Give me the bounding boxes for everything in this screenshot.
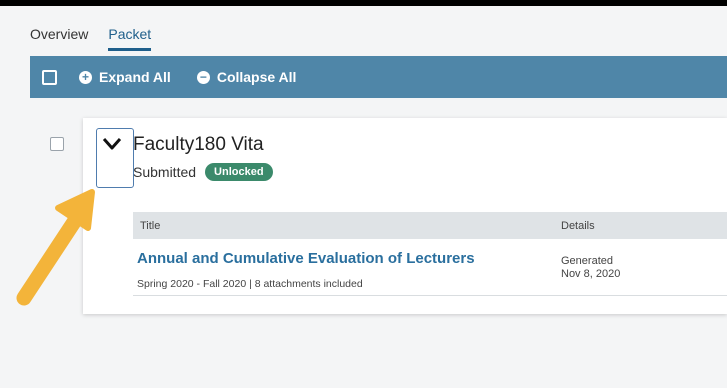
details-date: Nov 8, 2020 — [561, 268, 621, 280]
tab-overview[interactable]: Overview — [30, 26, 88, 51]
plus-circle-icon: + — [79, 70, 92, 84]
details-generated-label: Generated — [561, 255, 613, 267]
status-text: Submitted — [133, 164, 197, 180]
status-badge: Unlocked — [205, 163, 273, 181]
action-bar: + Expand All − Collapse All — [30, 56, 727, 98]
table-header: Title Details — [133, 212, 727, 239]
annotation-arrow-icon — [16, 189, 95, 306]
collapse-all-label: Collapse All — [216, 69, 297, 85]
expand-all-label: Expand All — [99, 69, 171, 85]
minus-circle-icon: − — [196, 70, 210, 84]
expand-toggle-button[interactable] — [96, 128, 134, 188]
select-all-checkbox[interactable] — [42, 69, 57, 85]
expand-all-button[interactable]: + Expand All — [79, 69, 171, 85]
item-title: Faculty180 Vita — [133, 134, 264, 155]
document-meta: Spring 2020 - Fall 2020 | 8 attachments … — [137, 278, 363, 290]
table-row: Annual and Cumulative Evaluation of Lect… — [133, 239, 727, 296]
tab-packet[interactable]: Packet — [108, 26, 152, 51]
item-select-checkbox[interactable] — [50, 137, 64, 151]
collapse-all-button[interactable]: − Collapse All — [196, 69, 297, 85]
document-link[interactable]: Annual and Cumulative Evaluation of Lect… — [137, 250, 475, 267]
document-details: Generated Nov 8, 2020 — [561, 255, 620, 281]
column-header-details: Details — [561, 219, 595, 232]
documents-table: Title Details Annual and Cumulative Eval… — [133, 212, 727, 296]
status-line: Submitted Unlocked — [133, 163, 273, 181]
tab-bar: Overview Packet — [30, 26, 152, 51]
column-header-title: Title — [140, 219, 161, 232]
